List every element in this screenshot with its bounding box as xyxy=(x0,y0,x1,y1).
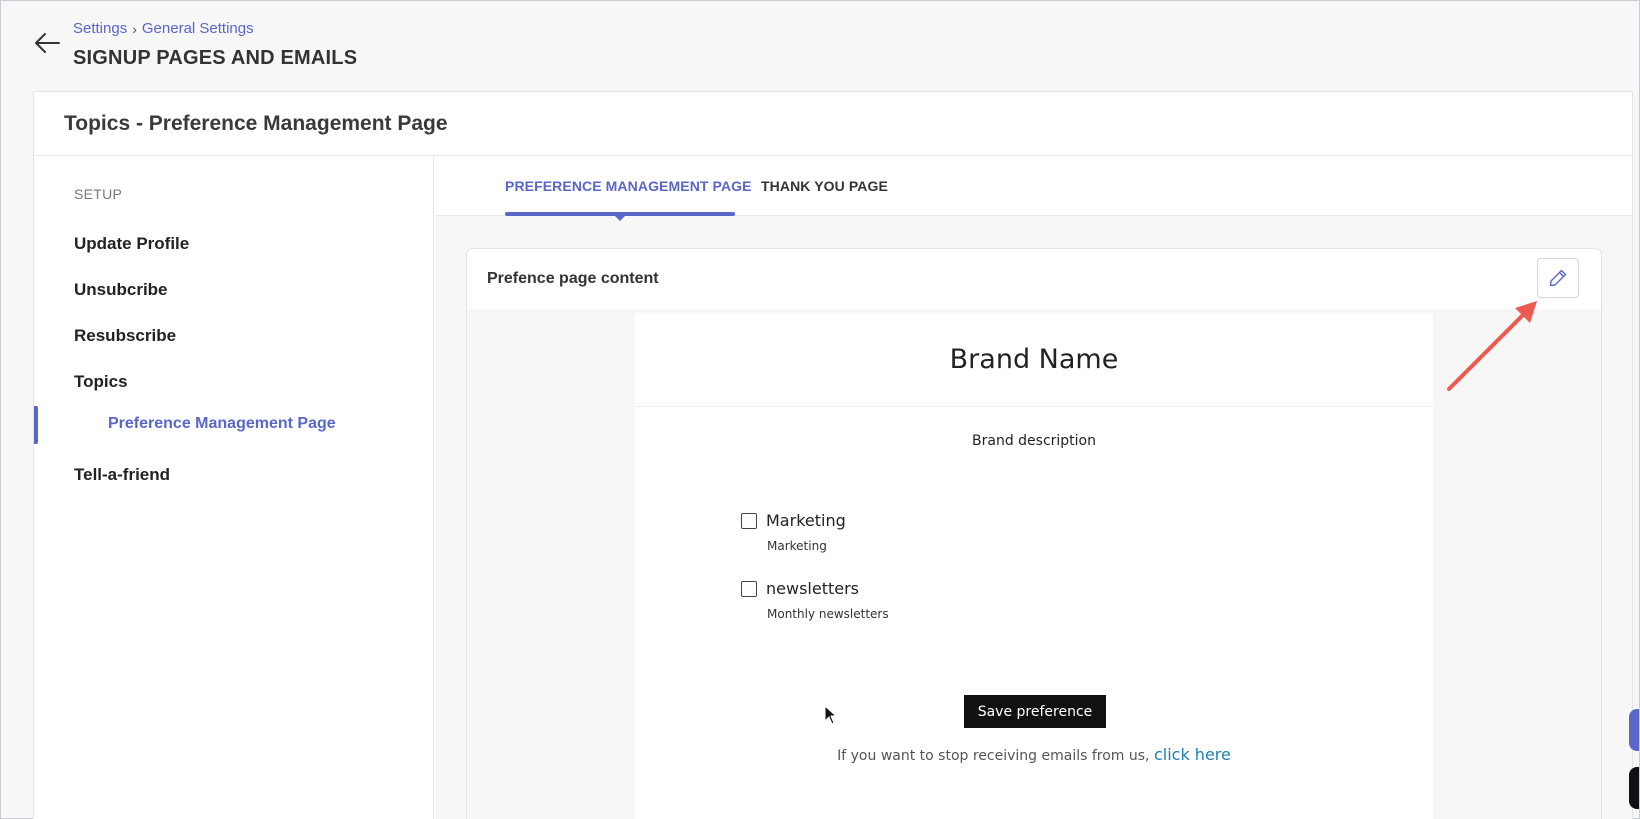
breadcrumb-separator: › xyxy=(132,20,137,37)
sidebar-item-preference-management-page[interactable]: Preference Management Page xyxy=(108,415,336,433)
page-header: Settings › General Settings SIGNUP PAGES… xyxy=(1,1,1640,91)
mouse-cursor-icon xyxy=(824,705,838,725)
edit-button[interactable] xyxy=(1537,258,1579,298)
main-content: PREFERENCE MANAGEMENT PAGE THANK YOU PAG… xyxy=(435,156,1632,819)
topic-item: Marketing Marketing xyxy=(741,511,846,553)
brand-header: Brand Name xyxy=(635,313,1433,407)
topic-name: Marketing xyxy=(766,511,846,530)
breadcrumb: Settings › General Settings xyxy=(73,20,254,37)
sidebar-active-indicator xyxy=(34,406,38,444)
topic-name: newsletters xyxy=(766,579,859,598)
pencil-icon xyxy=(1549,269,1567,287)
brand-name: Brand Name xyxy=(949,344,1119,375)
sidebar-section-label: SETUP xyxy=(74,186,123,202)
topic-checkbox-newsletters[interactable] xyxy=(741,580,757,597)
back-button[interactable] xyxy=(31,29,63,57)
setup-sidebar: SETUP Update Profile Unsubcribe Resubscr… xyxy=(34,156,434,819)
preference-content-panel: Prefence page content Brand Name Brand d… xyxy=(466,248,1602,819)
arrow-left-icon xyxy=(35,33,60,53)
topic-description: Marketing xyxy=(767,539,827,553)
tab-bar: PREFERENCE MANAGEMENT PAGE THANK YOU PAG… xyxy=(435,156,1632,221)
panel-title: Prefence page content xyxy=(487,270,659,287)
card-title: Topics - Preference Management Page xyxy=(64,111,448,135)
page-preview: Brand Name Brand description Marketing M… xyxy=(635,313,1433,819)
sidebar-item-update-profile[interactable]: Update Profile xyxy=(74,234,189,254)
brand-description: Brand description xyxy=(972,433,1096,449)
annotation-arrow-icon xyxy=(1447,301,1537,391)
save-preference-button[interactable]: Save preference xyxy=(964,695,1106,728)
active-tab-caret xyxy=(615,216,625,221)
sidebar-item-unsubscribe[interactable]: Unsubcribe xyxy=(74,280,168,300)
page-title: SIGNUP PAGES AND EMAILS xyxy=(73,47,358,69)
tab-thank-you-page[interactable]: THANK YOU PAGE xyxy=(761,178,888,194)
tab-preference-management-page[interactable]: PREFERENCE MANAGEMENT PAGE xyxy=(505,178,752,194)
unsubscribe-line: If you want to stop receiving emails fro… xyxy=(635,745,1433,764)
unsubscribe-text: If you want to stop receiving emails fro… xyxy=(837,748,1150,764)
panel-header: Prefence page content xyxy=(467,249,1601,309)
sidebar-item-resubscribe[interactable]: Resubscribe xyxy=(74,326,176,346)
unsubscribe-link[interactable]: click here xyxy=(1154,745,1231,764)
breadcrumb-settings[interactable]: Settings xyxy=(73,20,127,37)
topic-item: newsletters Monthly newsletters xyxy=(741,579,889,621)
sidebar-item-tell-a-friend[interactable]: Tell-a-friend xyxy=(74,465,170,485)
topic-checkbox-marketing[interactable] xyxy=(741,512,757,529)
sidebar-item-topics[interactable]: Topics xyxy=(74,372,128,392)
card-header: Topics - Preference Management Page xyxy=(34,92,1632,156)
breadcrumb-general-settings[interactable]: General Settings xyxy=(142,20,254,37)
topic-description: Monthly newsletters xyxy=(767,607,889,621)
edge-widget-tab[interactable] xyxy=(1629,709,1639,751)
edge-widget-tab[interactable] xyxy=(1629,767,1639,809)
